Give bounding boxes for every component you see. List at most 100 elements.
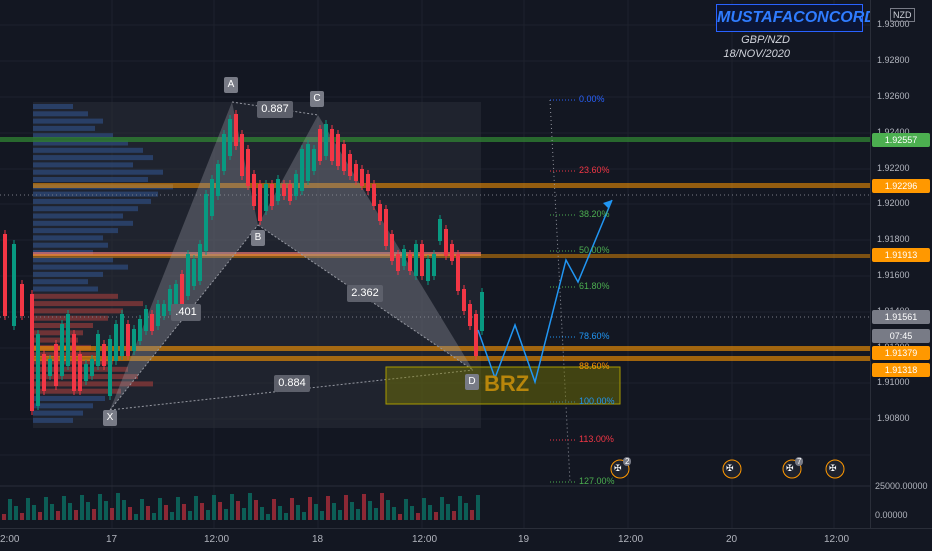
volume-bar (86, 502, 90, 520)
volume-bar (62, 496, 66, 520)
volume-bar (326, 496, 330, 520)
volume-bar (266, 514, 270, 520)
volume-bar (116, 493, 120, 520)
volume-bar (278, 506, 282, 520)
volume-bar (356, 509, 360, 520)
volume-bar (38, 512, 42, 520)
volume-profile-bar (33, 301, 143, 307)
fib-label: 23.60% (579, 165, 610, 175)
volume-bar (92, 509, 96, 520)
candle-body (468, 304, 472, 326)
volume-profile-bar (33, 220, 133, 226)
volume-bar (74, 510, 78, 520)
point-label-d: D (465, 374, 479, 390)
price-chart[interactable] (0, 0, 870, 528)
time-tick: 2:00 (0, 534, 20, 545)
candle-body (78, 354, 82, 391)
candle-body (192, 259, 196, 286)
candle-body (330, 129, 334, 161)
volume-profile-bar (33, 293, 118, 299)
candle-body (300, 149, 304, 191)
candle-body (336, 134, 340, 166)
price-tag: 1.91561 (872, 310, 930, 324)
currency-badge[interactable]: NZD (890, 8, 915, 22)
volume-bar (314, 504, 318, 520)
time-tick: 19 (518, 534, 530, 545)
candle-body (384, 209, 388, 246)
volume-bar (134, 514, 138, 520)
candle-body (396, 254, 400, 271)
candle-body (438, 219, 442, 241)
time-axis[interactable]: 2:00 17 12:00 18 12:00 19 12:00 20 12:00 (0, 528, 932, 551)
fib-label: 0.00% (579, 94, 605, 104)
candle-body (318, 129, 322, 161)
volume-bar (452, 511, 456, 520)
candle-body (126, 324, 130, 356)
fib-label: 78.60% (579, 331, 610, 341)
volume-profile-bar (33, 286, 98, 292)
ratio-label-bc-d: 2.362 (347, 285, 383, 302)
price-tick: 1.91000 (877, 377, 910, 387)
uk-flag-icon[interactable]: ✠ (786, 463, 794, 474)
volume-bar (188, 511, 192, 520)
volume-bar (404, 499, 408, 520)
candle-body (288, 184, 292, 201)
uk-flag-icon[interactable]: ✠ (614, 463, 622, 474)
chart-pane[interactable]: A B C X D 0.887 .401 2.362 0.884 BRZ 0.0… (0, 0, 870, 528)
volume-profile-bar (33, 242, 108, 248)
uk-flag-icon[interactable]: ✠ (829, 463, 837, 474)
candle-body (426, 259, 430, 281)
volume-profile-bar (33, 191, 158, 197)
volume-bar (128, 507, 132, 520)
ratio-label-xa-b: 0.887 (257, 101, 293, 118)
candle-body (264, 184, 268, 211)
volume-bar (272, 499, 276, 520)
uk-flag-icon[interactable]: ✠ (726, 463, 734, 474)
candle-body (480, 292, 484, 331)
volume-profile-bar (33, 169, 163, 175)
volume-profile-bar (33, 155, 153, 161)
volume-bar (50, 504, 54, 520)
candle-body (156, 304, 160, 326)
volume-bar (98, 494, 102, 520)
time-tick: 12:00 (824, 534, 850, 545)
candle-body (294, 174, 298, 196)
candle-body (372, 184, 376, 206)
candle-body (12, 244, 16, 326)
volume-profile-bar (33, 381, 153, 387)
price-tick: 1.92600 (877, 91, 910, 101)
price-axis[interactable]: 1.93000 1.92800 1.92600 1.92400 1.92200 1.920… (870, 0, 932, 528)
volume-tick: 25000.00000 (875, 481, 928, 491)
candle-body (48, 359, 52, 376)
candle-body (240, 134, 244, 176)
candle-body (216, 164, 220, 196)
time-tick: 17 (106, 534, 118, 545)
volume-bar (338, 510, 342, 520)
volume-bar (476, 495, 480, 520)
volume-bar (80, 495, 84, 520)
volume-bar (26, 498, 30, 520)
price-tag: 1.91379 (872, 346, 930, 360)
candle-body (30, 294, 34, 411)
candle-body (270, 184, 274, 206)
volume-bar (416, 513, 420, 520)
volume-bar (350, 502, 354, 520)
fib-label: 127.00% (579, 476, 615, 486)
volume-bar (164, 505, 168, 520)
candle-body (432, 254, 436, 276)
volume-profile-bar (33, 315, 108, 321)
volume-profile-bar (33, 228, 118, 234)
price-tick: 1.92000 (877, 198, 910, 208)
volume-bar (410, 506, 414, 520)
candle-body (456, 254, 460, 291)
volume-bar (32, 505, 36, 520)
candle-body (222, 134, 226, 171)
volume-bar (290, 498, 294, 520)
candle-body (378, 204, 382, 221)
volume-bar (362, 494, 366, 520)
candle-body (108, 339, 112, 396)
volume-profile-bar (33, 271, 103, 277)
volume-bar (44, 497, 48, 520)
candle-body (414, 244, 418, 276)
volume-bar (104, 501, 108, 520)
